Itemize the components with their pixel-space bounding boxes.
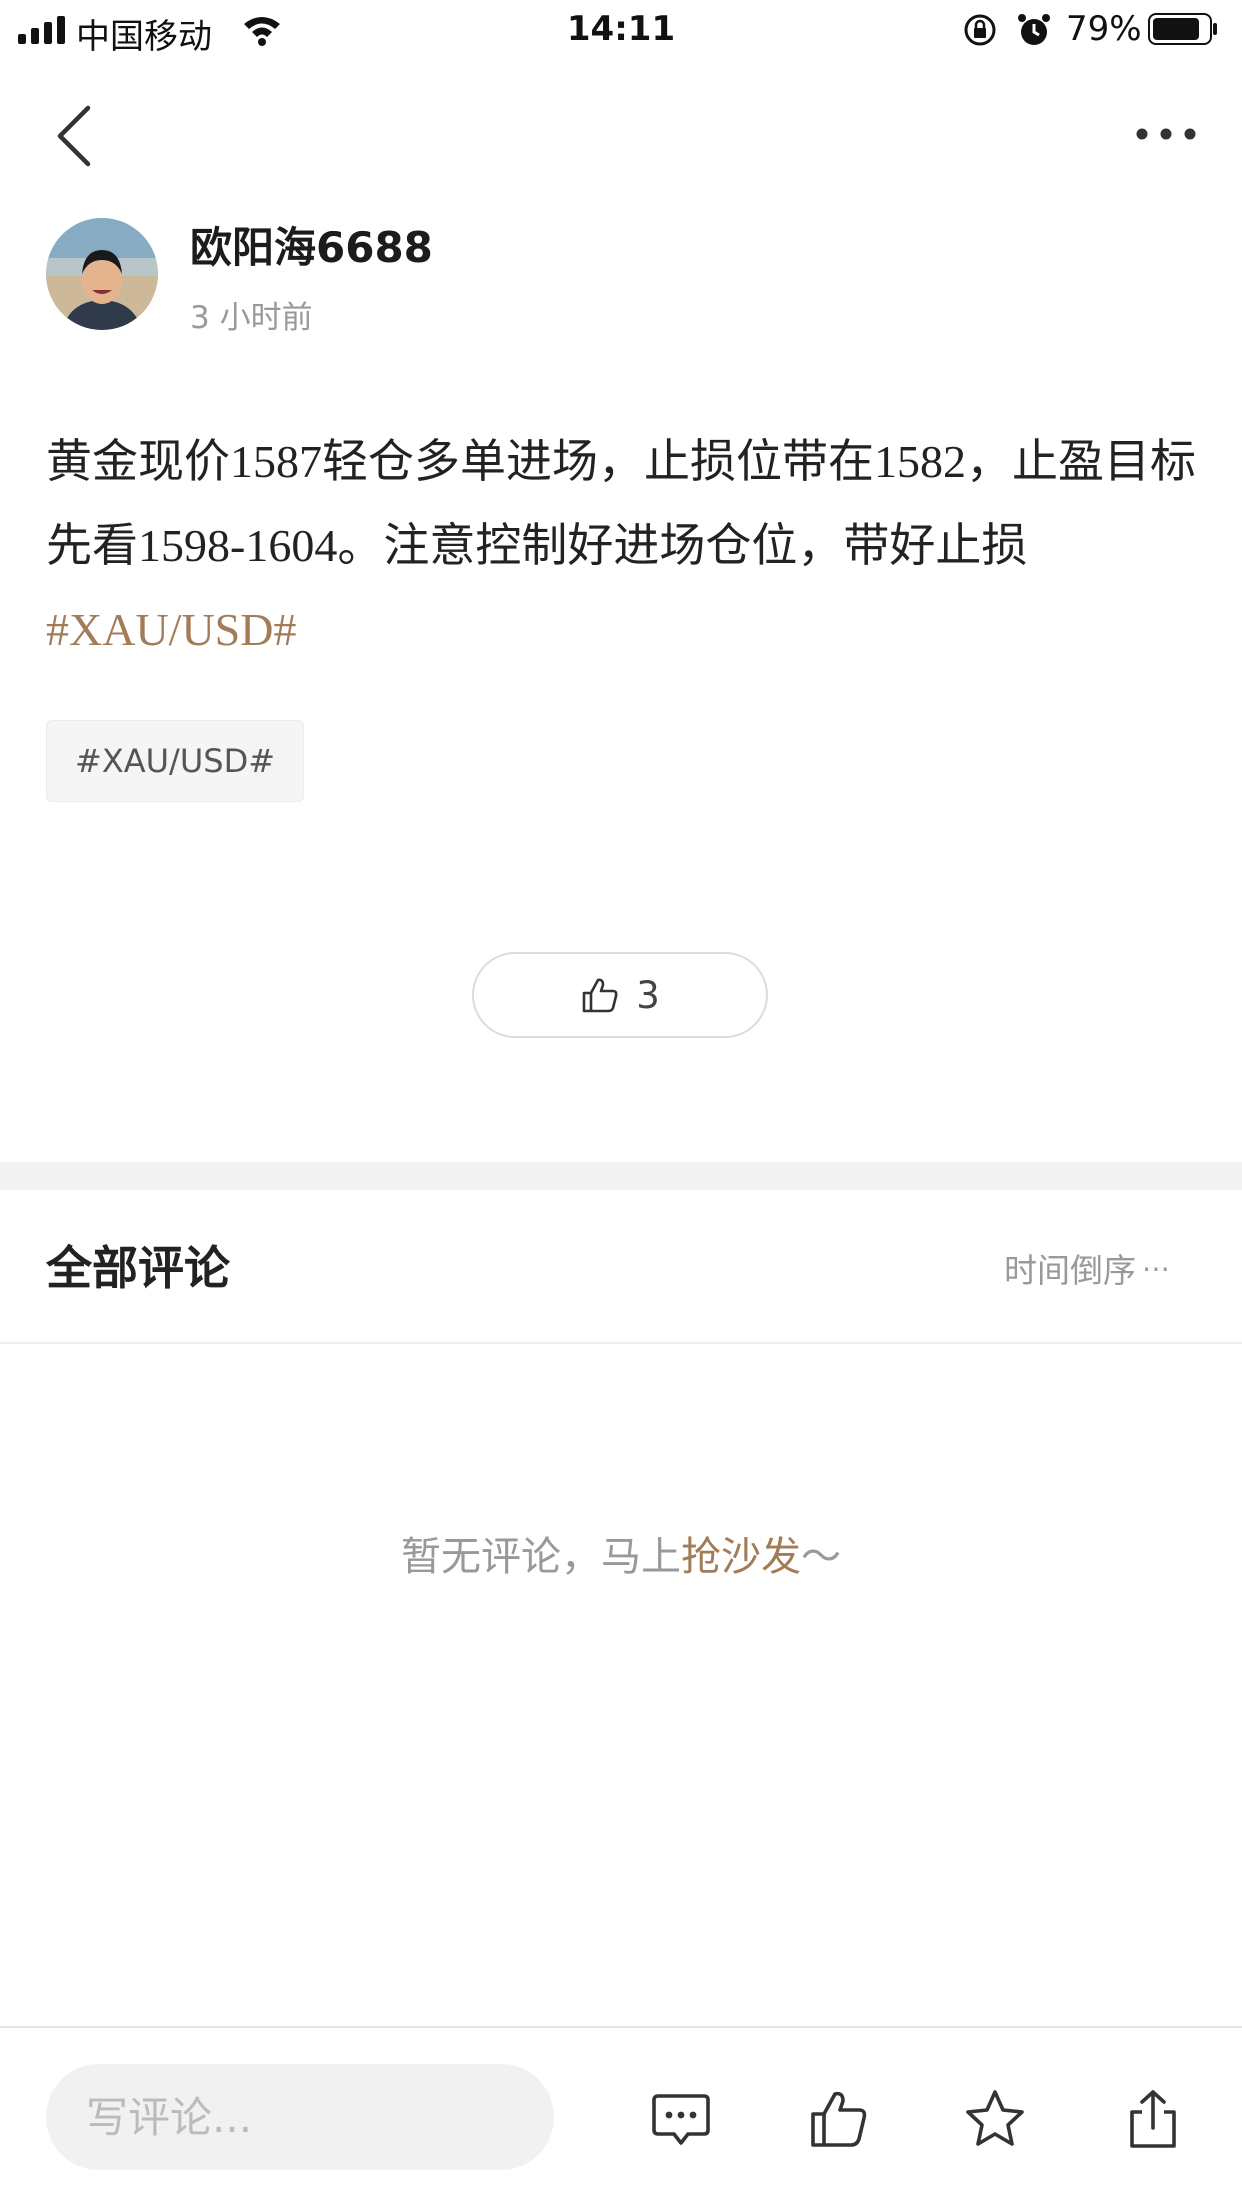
sort-toggle[interactable]: 时间倒序 ⋯ <box>1004 1244 1172 1292</box>
battery-icon <box>1148 13 1217 45</box>
comment-input[interactable] <box>46 2064 554 2170</box>
bottom-bar-border <box>0 2026 1242 2028</box>
avatar[interactable] <box>46 218 158 330</box>
section-divider-band <box>0 1162 1242 1190</box>
grab-sofa-link[interactable]: 抢沙发 <box>681 1534 801 1580</box>
status-bar: 中国移动 14:11 79% <box>0 0 1242 62</box>
empty-comments-message: 暂无评论，马上抢沙发～ <box>0 1524 1242 1582</box>
battery-percent: 79% <box>1066 9 1142 49</box>
chevron-left-icon[interactable] <box>54 104 94 168</box>
alarm-icon <box>1018 14 1050 45</box>
avatar-photo <box>46 218 158 330</box>
comments-divider <box>0 1342 1242 1344</box>
empty-suffix: ～ <box>801 1534 841 1580</box>
topic-tag-chip[interactable]: #XAU/USD# <box>46 720 305 802</box>
thumbs-up-icon[interactable] <box>808 2088 870 2150</box>
thumbs-up-icon <box>582 978 618 1013</box>
empty-prefix: 暂无评论，马上 <box>401 1534 681 1580</box>
status-time: 14:11 <box>566 9 676 49</box>
star-icon[interactable] <box>964 2088 1026 2150</box>
sort-label: 时间倒序 <box>1004 1251 1136 1290</box>
post-text: 黄金现价1587轻仓多单进场，止损位带在1582，止盈目标先看1598-1604… <box>46 436 1196 571</box>
author-name[interactable]: 欧阳海6688 <box>190 214 433 275</box>
comments-title: 全部评论 <box>46 1241 230 1295</box>
share-icon[interactable] <box>1122 2088 1184 2150</box>
like-count: 3 <box>636 973 660 1017</box>
like-button[interactable]: 3 <box>472 952 768 1038</box>
sort-dots: ⋯ <box>1142 1251 1172 1285</box>
inline-hashtag-link[interactable]: #XAU/USD# <box>46 604 296 655</box>
more-horizontal-icon[interactable] <box>1134 122 1198 146</box>
rotation-lock-icon <box>964 14 996 46</box>
post-time: 3 小时前 <box>190 300 313 336</box>
post-content: 黄金现价1587轻仓多单进场，止损位带在1582，止盈目标先看1598-1604… <box>46 420 1196 672</box>
comment-bubble-icon[interactable] <box>650 2088 712 2150</box>
